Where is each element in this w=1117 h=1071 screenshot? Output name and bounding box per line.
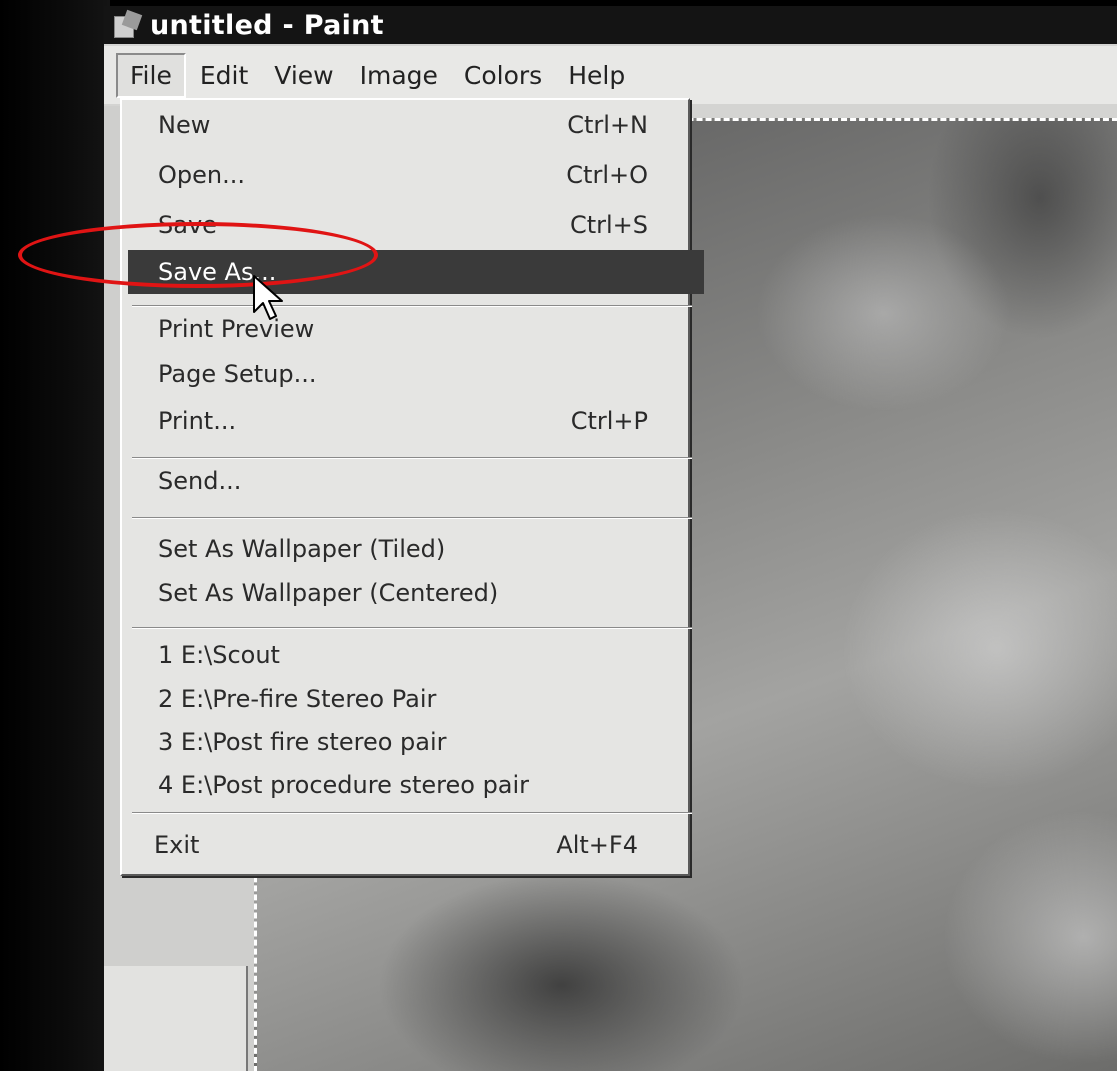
menu-item-label: New xyxy=(158,111,211,139)
file-menu-dropdown: New Ctrl+N Open... Ctrl+O Save Ctrl+S Sa… xyxy=(120,98,704,876)
paint-app-icon xyxy=(112,9,143,38)
menu-separator xyxy=(132,305,692,307)
menu-item-label: Print... xyxy=(158,407,237,435)
menu-item-label: Print Preview xyxy=(158,315,315,343)
menu-separator xyxy=(132,812,692,814)
menu-item-label: Exit xyxy=(154,831,200,859)
menu-item-recent-3[interactable]: 3 E:\Post fire stereo pair xyxy=(122,721,688,763)
monitor-bezel-left xyxy=(0,0,110,1071)
menu-item-shortcut: Ctrl+P xyxy=(570,407,648,435)
menu-item-label: Page Setup... xyxy=(158,360,317,388)
menu-item-shortcut: Alt+F4 xyxy=(556,831,638,859)
menu-item-page-setup[interactable]: Page Setup... xyxy=(122,353,688,395)
menu-file[interactable]: File xyxy=(116,52,186,98)
menu-item-recent-1[interactable]: 1 E:\Scout xyxy=(122,634,688,676)
menu-item-exit[interactable]: Exit Alt+F4 xyxy=(122,824,688,866)
menu-colors[interactable]: Colors xyxy=(452,55,554,96)
window-title: untitled - Paint xyxy=(150,9,384,41)
menu-view[interactable]: View xyxy=(262,55,345,96)
menu-separator xyxy=(132,627,692,629)
menu-item-label: Open... xyxy=(158,161,245,189)
tool-options-panel[interactable] xyxy=(104,966,248,1071)
menu-item-label: 2 E:\Pre-fire Stereo Pair xyxy=(158,685,437,713)
mouse-pointer-icon xyxy=(253,275,283,320)
menu-edit[interactable]: Edit xyxy=(188,55,260,96)
menu-separator xyxy=(132,457,692,459)
menu-item-shortcut: Ctrl+O xyxy=(566,161,648,189)
menu-item-wallpaper-tiled[interactable]: Set As Wallpaper (Tiled) xyxy=(122,528,688,570)
menu-bar: File Edit View Image Colors Help xyxy=(104,46,1117,104)
menu-item-shortcut: Ctrl+N xyxy=(567,111,648,139)
menu-item-recent-4[interactable]: 4 E:\Post procedure stereo pair xyxy=(122,764,688,806)
menu-item-new[interactable]: New Ctrl+N xyxy=(122,104,688,146)
menu-item-label: 4 E:\Post procedure stereo pair xyxy=(158,771,530,799)
menu-item-wallpaper-centered[interactable]: Set As Wallpaper (Centered) xyxy=(122,572,688,614)
menu-help[interactable]: Help xyxy=(556,55,637,96)
title-bar[interactable]: untitled - Paint xyxy=(104,6,1117,44)
menu-item-open[interactable]: Open... Ctrl+O xyxy=(122,154,688,196)
menu-item-shortcut: Ctrl+S xyxy=(569,211,648,239)
red-annotation-ellipse xyxy=(18,222,378,288)
menu-item-recent-2[interactable]: 2 E:\Pre-fire Stereo Pair xyxy=(122,678,688,720)
menu-item-label: Send... xyxy=(158,467,242,495)
menu-item-label: Set As Wallpaper (Centered) xyxy=(158,579,499,607)
menu-item-label: 1 E:\Scout xyxy=(158,641,280,669)
menu-item-label: Set As Wallpaper (Tiled) xyxy=(158,535,446,563)
menu-image[interactable]: Image xyxy=(348,55,450,96)
menu-separator xyxy=(132,517,692,519)
menu-item-print-preview[interactable]: Print Preview xyxy=(122,308,688,350)
menu-item-send[interactable]: Send... xyxy=(122,460,688,502)
menu-item-print[interactable]: Print... Ctrl+P xyxy=(122,400,688,442)
menu-item-label: 3 E:\Post fire stereo pair xyxy=(158,728,447,756)
